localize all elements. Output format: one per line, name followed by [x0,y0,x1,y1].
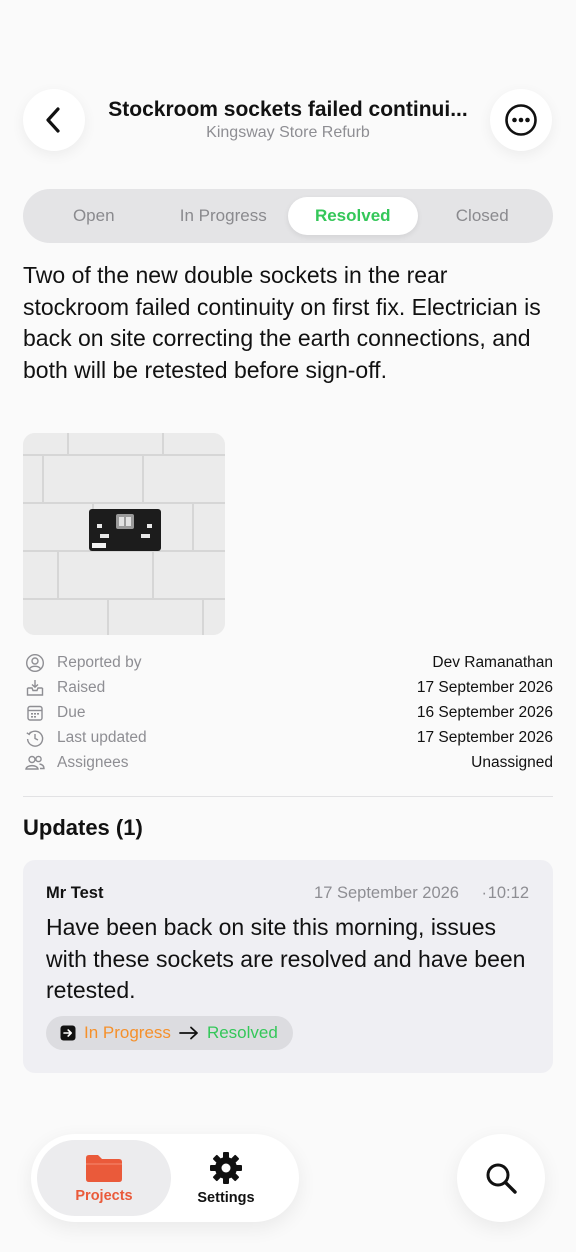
update-text: Have been back on site this morning, iss… [46,914,526,1003]
issue-detail-screen: Stockroom sockets failed continui... Kin… [0,0,576,1252]
status-tab-open[interactable]: Open [29,197,159,235]
meta-row-reported-by: Reported by Dev Ramanathan [23,650,553,675]
meta-value-raised-date: 17 September 2026 [416,678,553,696]
meta-label: Last updated [57,728,147,746]
gear-icon [210,1152,242,1184]
project-subtitle: Kingsway Store Refurb [206,124,370,141]
update-time: 10:12 [487,884,529,902]
status-from: In Progress [84,1023,171,1042]
meta-row-due: Due 16 September 2026 [23,700,553,725]
issue-photo[interactable] [23,433,225,635]
ellipsis-circle-icon [505,104,537,136]
meta-value-last-updated: 17 September 2026 [416,728,553,746]
page-title: Stockroom sockets failed continui... [108,98,468,121]
history-icon [23,728,47,748]
status-tab-closed[interactable]: Closed [418,197,548,235]
updates-heading: Updates (1) [23,815,143,840]
issue-meta-list: Reported by Dev Ramanathan Raised 17 Sep… [23,650,553,775]
more-options-button[interactable] [490,89,552,151]
tab-settings[interactable]: Settings [159,1140,293,1216]
tab-projects[interactable]: Projects [37,1140,171,1216]
people-icon [23,753,47,773]
status-tab-resolved[interactable]: Resolved [288,197,418,235]
search-button[interactable] [457,1134,545,1222]
person-circle-icon [23,653,47,673]
status-transition-badge: In Progress Resolved [46,1016,293,1050]
status-change-icon [60,1025,76,1041]
meta-label: Raised [57,678,106,696]
tray-in-icon [23,678,47,698]
bottom-tab-bar: Projects Settings [31,1134,299,1222]
status-to: Resolved [206,1023,278,1042]
update-author: Mr Test [46,884,104,902]
tab-projects-label: Projects [75,1188,133,1204]
back-button[interactable] [23,89,85,151]
search-icon [486,1163,517,1194]
update-card[interactable]: Mr Test 17 September 2026 · 10:12 Have b… [23,860,553,1073]
meta-row-raised: Raised 17 September 2026 [23,675,553,700]
meta-value-due-date: 16 September 2026 [416,703,553,721]
meta-label: Assignees [57,753,129,771]
section-divider [23,796,553,797]
tab-settings-label: Settings [197,1190,255,1206]
arrow-right-icon [179,1026,198,1040]
meta-row-assignees: Assignees Unassigned [23,750,553,775]
meta-label: Reported by [57,653,142,671]
folder-icon [86,1155,122,1182]
update-separator: · [481,884,488,902]
calendar-icon [23,703,47,723]
chevron-left-icon [46,107,60,133]
meta-label: Due [57,703,86,721]
socket-photo-image [23,433,225,635]
meta-value-reporter: Dev Ramanathan [432,653,553,671]
update-date: 17 September 2026 [314,884,459,902]
meta-value-assignees: Unassigned [471,753,553,771]
status-tab-in-progress[interactable]: In Progress [159,197,289,235]
status-segmented-control: Open In Progress Resolved Closed [23,189,553,243]
meta-row-last-updated: Last updated 17 September 2026 [23,725,553,750]
issue-description: Two of the new double sockets in the rea… [23,262,541,383]
